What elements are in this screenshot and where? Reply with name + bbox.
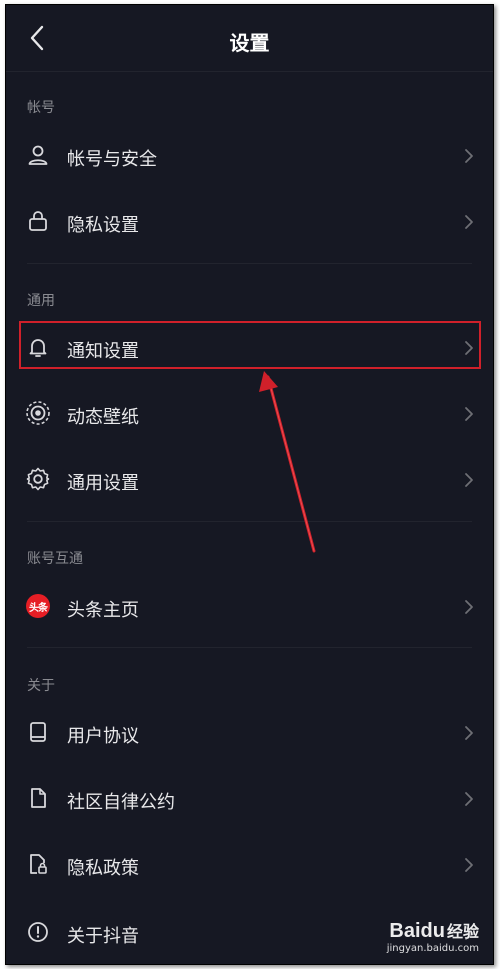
chevron-right-icon: [465, 858, 473, 872]
section-label-general: 通用: [27, 293, 55, 309]
menu-item-label: 社区自律公约: [67, 792, 175, 813]
menu-item-label: 动态壁纸: [67, 407, 139, 428]
chevron-right-icon: [465, 407, 473, 421]
menu-item-label: 隐私设置: [67, 215, 139, 236]
menu-item-label: 帐号与安全: [67, 149, 157, 170]
divider: [27, 521, 472, 522]
menu-item-account-security[interactable]: 帐号与安全: [6, 125, 493, 187]
info-icon: [25, 919, 51, 945]
lock-icon: [25, 208, 51, 234]
chevron-right-icon: [465, 792, 473, 806]
document-icon: [25, 785, 51, 811]
baidu-jingyan-watermark: Baidu 经验 jingyan.baidu.com: [387, 918, 479, 954]
chevron-right-icon: [465, 473, 473, 487]
menu-item-toutiao-homepage[interactable]: 头条 头条主页: [6, 576, 493, 638]
chevron-right-icon: [465, 149, 473, 163]
divider: [27, 647, 472, 648]
menu-item-label: 头条主页: [67, 600, 139, 621]
book-icon: [25, 719, 51, 745]
page-title: 设置: [229, 31, 270, 55]
gear-icon: [25, 466, 51, 492]
menu-item-label: 用户协议: [67, 726, 139, 747]
settings-screen: 设置 帐号 帐号与安全 隐私设置 通用 通知设置 动态壁纸 通用设置 账号互通 …: [5, 4, 494, 965]
menu-item-privacy-policy[interactable]: 隐私政策: [6, 834, 493, 896]
chevron-right-icon: [465, 600, 473, 614]
menu-item-label: 隐私政策: [67, 858, 139, 879]
menu-item-label: 通用设置: [67, 473, 139, 494]
menu-item-user-agreement[interactable]: 用户协议: [6, 702, 493, 764]
section-label-about: 关于: [27, 678, 55, 694]
annotation-highlight-box: [19, 321, 481, 369]
section-label-account: 帐号: [27, 100, 55, 116]
watermark-url: jingyan.baidu.com: [386, 943, 479, 954]
chevron-right-icon: [465, 726, 473, 740]
menu-item-live-wallpaper[interactable]: 动态壁纸: [6, 383, 493, 445]
menu-item-community-guidelines[interactable]: 社区自律公约: [6, 768, 493, 830]
toutiao-badge: 头条: [26, 594, 50, 618]
section-label-account-link: 账号互通: [27, 551, 83, 567]
menu-item-general-settings[interactable]: 通用设置: [6, 449, 493, 511]
chevron-right-icon: [465, 215, 473, 229]
live-wallpaper-icon: [25, 400, 51, 426]
divider: [27, 263, 472, 264]
menu-item-label: 关于抖音: [67, 926, 139, 947]
menu-item-privacy-settings[interactable]: 隐私设置: [6, 191, 493, 253]
user-icon: [25, 142, 51, 168]
toutiao-logo-icon: 头条: [25, 593, 51, 619]
privacy-doc-icon: [25, 851, 51, 877]
watermark-logo: Baidu 经验: [389, 920, 479, 942]
top-bar: 设置: [6, 5, 493, 72]
